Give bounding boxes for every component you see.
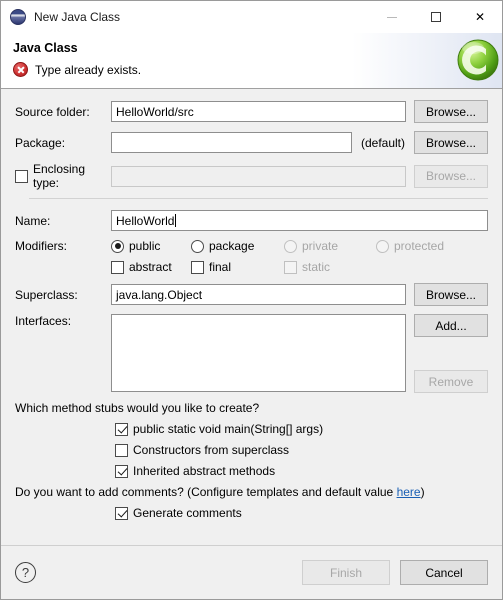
title-bar: New Java Class ✕ xyxy=(1,1,502,33)
modifier-final-label: final xyxy=(209,260,232,274)
superclass-label: Superclass: xyxy=(15,287,78,302)
modifiers-access-row: Modifiers: public package private protec… xyxy=(15,239,488,253)
configure-templates-link[interactable]: here xyxy=(397,485,421,499)
modifier-radio-private: private xyxy=(284,239,376,253)
stub-main-label: public static void main(String[] args) xyxy=(133,422,324,436)
package-default-hint: (default) xyxy=(360,135,406,150)
source-folder-row: Source folder: HelloWorld/src Browse... xyxy=(15,100,488,123)
window-title: New Java Class xyxy=(34,10,121,24)
modifier-protected-label: protected xyxy=(394,239,445,253)
radio-public-box xyxy=(111,239,124,253)
interfaces-buttons: Add... Remove xyxy=(414,314,488,393)
source-folder-input[interactable]: HelloWorld/src xyxy=(111,101,406,122)
checkbox-generate-comments-box xyxy=(115,506,128,520)
enclosing-type-checkbox[interactable]: Enclosing type: xyxy=(15,162,111,190)
enclosing-type-browse-button: Browse... xyxy=(414,164,488,188)
enclosing-type-label: Enclosing type: xyxy=(33,162,86,190)
comments-question-suffix: ) xyxy=(420,485,425,499)
checkbox-static-box xyxy=(284,260,297,274)
radio-protected-box xyxy=(376,239,389,253)
modifier-static-label: static xyxy=(302,260,331,274)
java-class-wizard-icon xyxy=(457,39,499,81)
modifier-radio-protected: protected xyxy=(376,239,444,253)
checkbox-inherited-box xyxy=(115,464,128,478)
method-stubs-question: Which method stubs would you like to cre… xyxy=(15,401,260,415)
superclass-input[interactable]: java.lang.Object xyxy=(111,284,406,305)
source-folder-browse-button[interactable]: Browse... xyxy=(414,100,488,123)
package-input[interactable] xyxy=(111,132,352,153)
modifier-radio-public[interactable]: public xyxy=(111,239,191,253)
checkbox-abstract-box xyxy=(111,260,124,274)
stub-option-constructors[interactable]: Constructors from superclass xyxy=(15,443,488,457)
superclass-row: Superclass: java.lang.Object Browse... xyxy=(15,283,488,306)
dialog-footer: ? Finish Cancel xyxy=(1,545,502,599)
modifiers-label: Modifiers: xyxy=(15,239,68,253)
section-divider xyxy=(29,198,488,199)
new-java-class-dialog: New Java Class ✕ Java Class Type already… xyxy=(0,0,503,600)
checkbox-constructors-box xyxy=(115,443,128,457)
name-row: Name: HelloWorld xyxy=(15,210,488,231)
generate-comments-option[interactable]: Generate comments xyxy=(15,506,488,520)
radio-private-box xyxy=(284,239,297,253)
name-label: Name: xyxy=(15,213,51,228)
enclosing-type-row: Enclosing type: Browse... xyxy=(15,162,488,190)
modifier-checkbox-static: static xyxy=(284,260,330,274)
dialog-header: Java Class Type already exists. xyxy=(1,33,502,89)
interfaces-label: Interfaces: xyxy=(15,314,72,328)
interfaces-remove-button: Remove xyxy=(414,370,488,393)
package-row: Package: (default) Browse... xyxy=(15,131,488,154)
window-controls: ✕ xyxy=(370,1,502,33)
interfaces-row: Interfaces: Add... Remove xyxy=(15,314,488,393)
modifier-private-label: private xyxy=(302,239,339,253)
maximize-button[interactable] xyxy=(414,1,458,33)
cancel-button[interactable]: Cancel xyxy=(400,560,488,585)
package-label: Package: xyxy=(15,135,66,150)
interfaces-list[interactable] xyxy=(111,314,406,392)
modifier-checkbox-final[interactable]: final xyxy=(191,260,284,274)
maximize-icon xyxy=(431,12,441,22)
modifier-checkbox-abstract[interactable]: abstract xyxy=(111,260,191,274)
close-button[interactable]: ✕ xyxy=(458,1,502,33)
error-message-text: Type already exists. xyxy=(35,62,142,77)
checkbox-main-box xyxy=(115,422,128,436)
modifier-public-label: public xyxy=(129,239,161,253)
enclosing-type-checkbox-box xyxy=(15,169,28,183)
comments-question: Do you want to add comments? (Configure … xyxy=(15,485,488,499)
dialog-body: Source folder: HelloWorld/src Browse... … xyxy=(1,89,502,545)
radio-package-box xyxy=(191,239,204,253)
generate-comments-label: Generate comments xyxy=(133,506,242,520)
name-input[interactable]: HelloWorld xyxy=(111,210,488,231)
package-browse-button[interactable]: Browse... xyxy=(414,131,488,154)
enclosing-type-input xyxy=(111,165,406,187)
modifiers-flags-row: abstract final static xyxy=(15,260,488,274)
minimize-button[interactable] xyxy=(370,1,414,33)
error-icon xyxy=(13,62,28,77)
comments-question-prefix: Do you want to add comments? (Configure … xyxy=(15,485,397,499)
stub-constructors-label: Constructors from superclass xyxy=(133,443,290,457)
help-icon[interactable]: ? xyxy=(15,562,36,583)
source-folder-label: Source folder: xyxy=(15,104,90,119)
modifier-abstract-label: abstract xyxy=(129,260,172,274)
interfaces-add-button[interactable]: Add... xyxy=(414,314,488,337)
checkbox-final-box xyxy=(191,260,204,274)
superclass-browse-button[interactable]: Browse... xyxy=(414,283,488,306)
stub-option-main[interactable]: public static void main(String[] args) xyxy=(15,422,488,436)
modifier-package-label: package xyxy=(209,239,255,253)
eclipse-globe-icon xyxy=(10,9,26,25)
close-icon: ✕ xyxy=(474,10,486,24)
modifier-radio-package[interactable]: package xyxy=(191,239,284,253)
stub-inherited-label: Inherited abstract methods xyxy=(133,464,276,478)
minimize-icon xyxy=(387,16,397,18)
finish-button: Finish xyxy=(302,560,390,585)
stub-option-inherited[interactable]: Inherited abstract methods xyxy=(15,464,488,478)
